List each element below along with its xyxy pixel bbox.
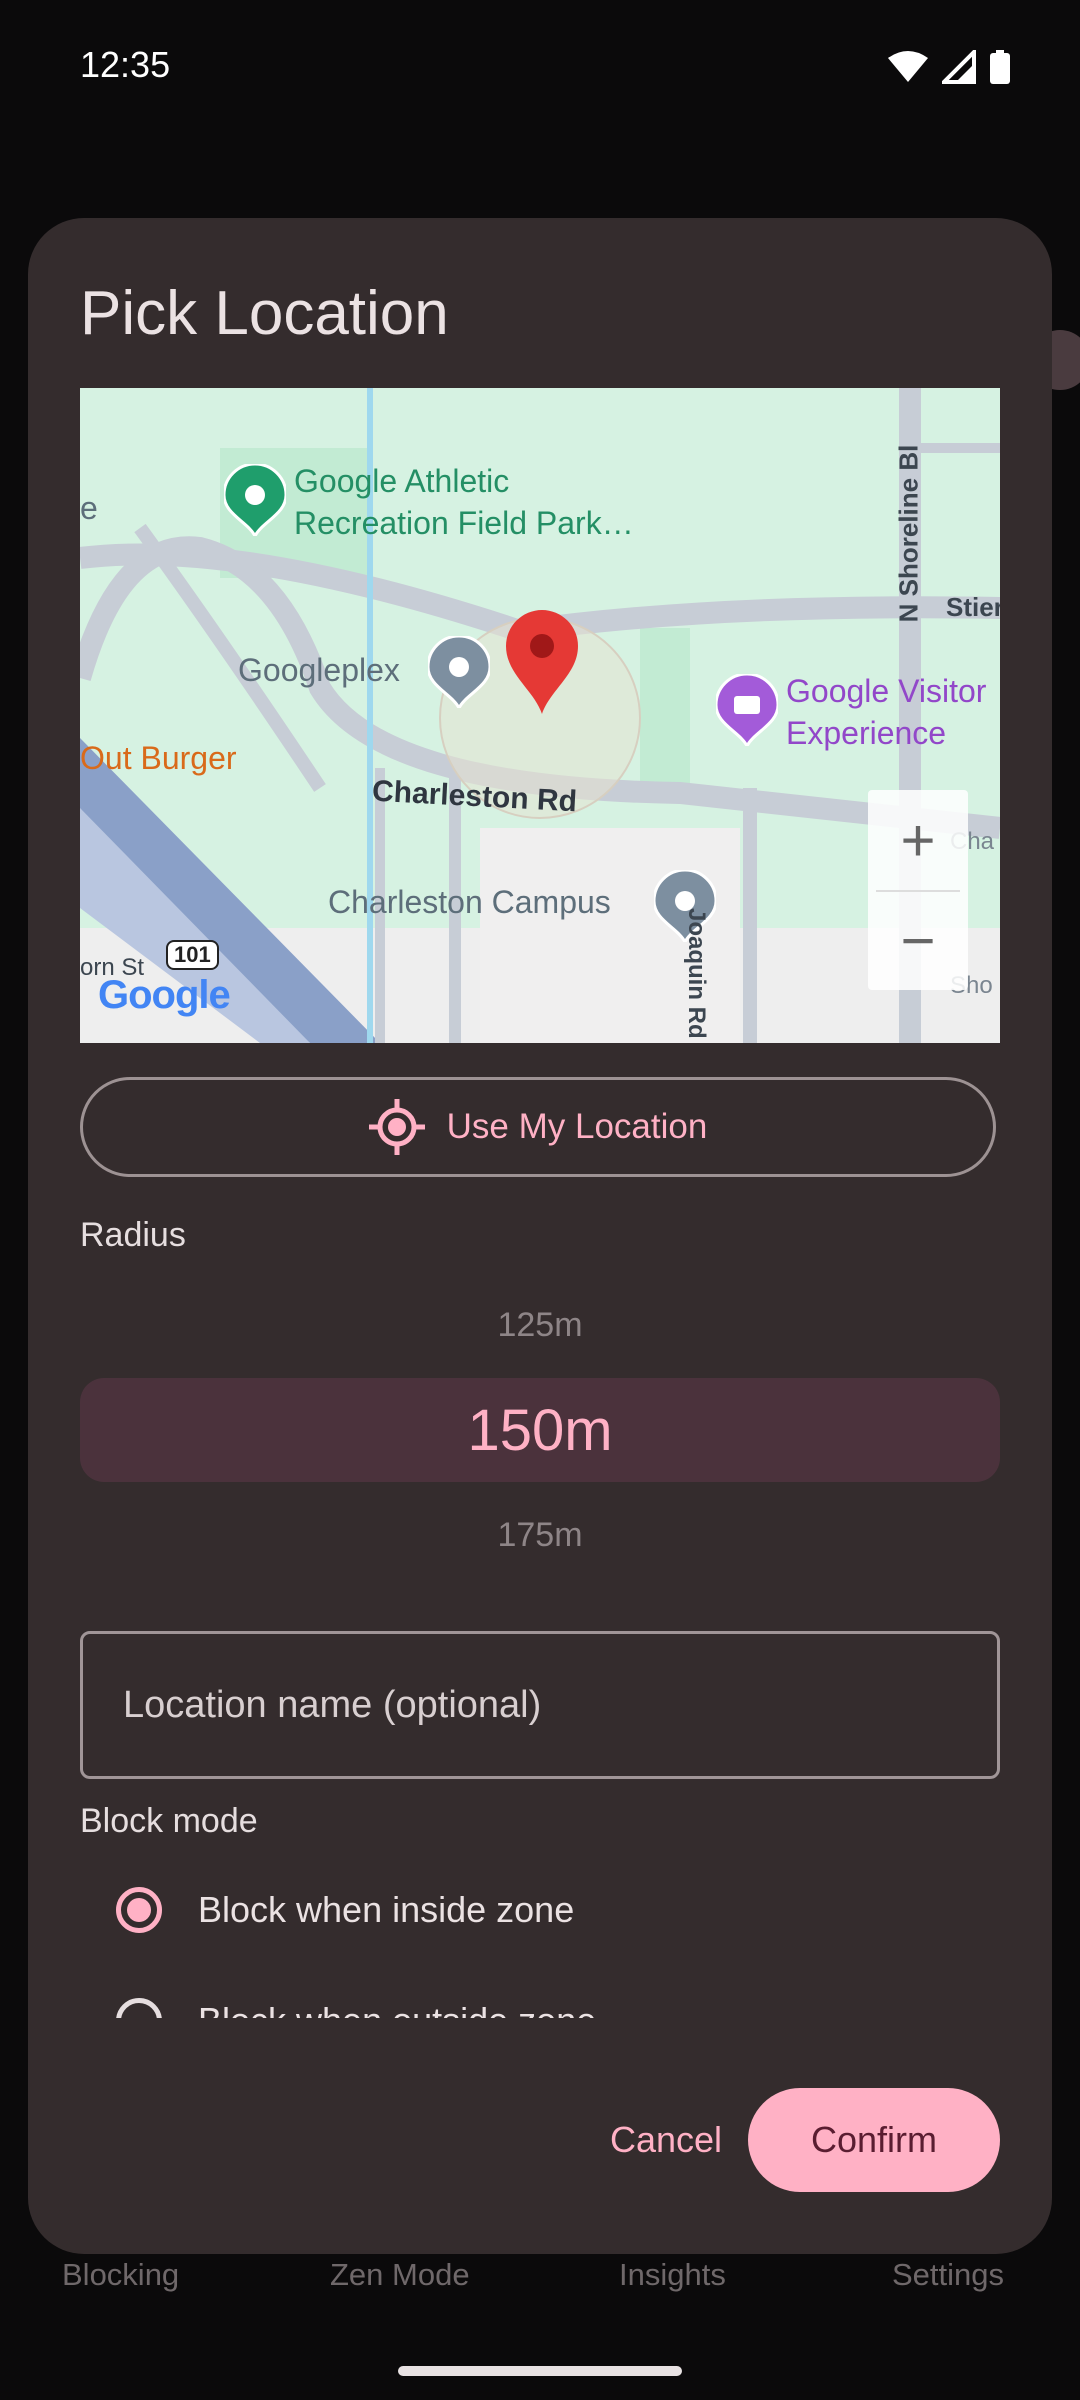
pick-location-dialog: Pick Location e Google Athletic Recreati…: [28, 218, 1052, 2254]
radio-selected-icon[interactable]: [116, 1887, 162, 1933]
block-mode-label: Block mode: [80, 1802, 258, 1840]
nav-item-zen-mode[interactable]: Zen Mode: [330, 2257, 470, 2293]
radius-option-next[interactable]: 175m: [80, 1516, 1000, 1555]
googleplex-pin-icon: [428, 636, 490, 708]
block-mode-clip: Block when outside zone: [28, 1988, 1052, 2018]
home-indicator[interactable]: [398, 2366, 682, 2376]
status-icons: [888, 50, 1010, 84]
block-mode-inside-label: Block when inside zone: [198, 1889, 575, 1930]
highway-shield-icon: 101: [166, 940, 219, 970]
location-pin-red-icon: [506, 610, 578, 714]
location-name-placeholder: Location name (optional): [123, 1683, 542, 1726]
status-time: 12:35: [80, 44, 171, 85]
location-name-input[interactable]: Location name (optional): [80, 1631, 1000, 1779]
map-label-athletic-park: Google Athletic Recreation Field Park…: [294, 463, 634, 541]
radius-option-selected[interactable]: 150m: [80, 1378, 1000, 1482]
nav-item-settings[interactable]: Settings: [892, 2257, 1004, 2293]
wifi-icon: [888, 51, 928, 82]
map-label-joaquin: Joaquin Rd: [683, 908, 710, 1039]
athletic-park-pin-icon: [224, 464, 286, 536]
zoom-in-button[interactable]: +: [868, 790, 968, 890]
dialog-title: Pick Location: [80, 279, 449, 348]
radius-label: Radius: [80, 1216, 186, 1254]
cancel-button[interactable]: Cancel: [566, 2090, 766, 2190]
visitor-experience-pin-icon: [716, 674, 778, 746]
radio-unselected-icon[interactable]: [116, 1998, 162, 2018]
zoom-out-button[interactable]: −: [868, 890, 968, 990]
map-label-out-burger: Out Burger: [80, 740, 237, 776]
status-bar: 12:35: [0, 0, 1080, 135]
google-logo: Google: [98, 973, 231, 1017]
confirm-button[interactable]: Confirm: [748, 2088, 1000, 2192]
nav-item-insights[interactable]: Insights: [619, 2257, 726, 2293]
block-mode-inside-option[interactable]: Block when inside zone: [116, 1887, 574, 1933]
map-label-edge: e: [80, 490, 98, 526]
map-view[interactable]: e Google Athletic Recreation Field Park……: [80, 388, 1000, 1043]
nav-item-blocking[interactable]: Blocking: [62, 2257, 179, 2293]
map-label-googleplex: Googleplex: [238, 652, 400, 688]
battery-icon: [990, 50, 1010, 84]
map-label-stierlin: Stier: [946, 592, 1000, 622]
map-label-charleston-campus: Charleston Campus: [328, 884, 611, 920]
block-mode-outside-option[interactable]: Block when outside zone: [116, 1998, 596, 2018]
my-location-icon: [368, 1099, 425, 1155]
use-my-location-label: Use My Location: [446, 1107, 708, 1146]
radius-option-previous[interactable]: 125m: [80, 1306, 1000, 1345]
zoom-controls: + −: [868, 790, 968, 990]
use-my-location-button[interactable]: Use My Location: [80, 1077, 996, 1177]
map-label-visitor-experience: Google Visitor Experience: [786, 673, 987, 751]
signal-icon: [942, 50, 976, 84]
block-mode-outside-label: Block when outside zone: [198, 2000, 596, 2018]
map-label-shoreline: N Shoreline Bl: [893, 444, 924, 623]
